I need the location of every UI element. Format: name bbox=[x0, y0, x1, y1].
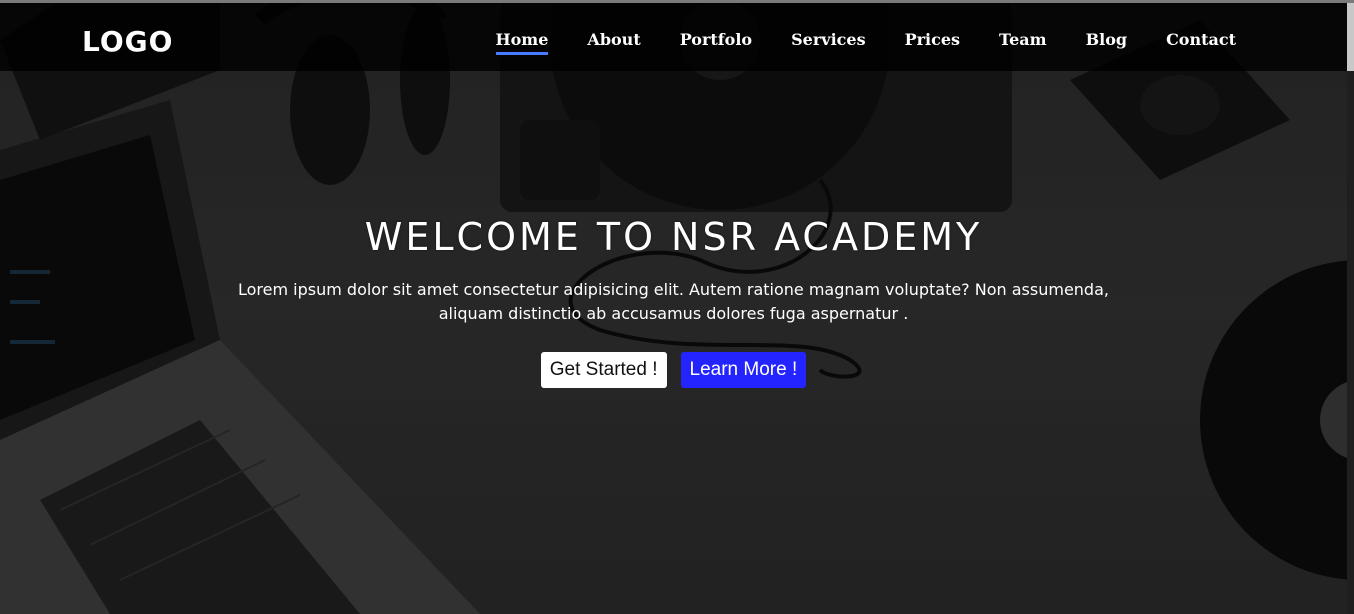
nav-item-portfolio[interactable]: Portfolo bbox=[680, 30, 752, 55]
hero-description: Lorem ipsum dolor sit amet consectetur a… bbox=[238, 280, 1109, 323]
hero-title: WELCOME TO NSR ACADEMY bbox=[364, 215, 983, 259]
nav-item-services[interactable]: Services bbox=[791, 30, 865, 55]
page: LOGO Home About Portfolo Services Prices… bbox=[0, 0, 1354, 614]
hero-buttons: Get Started ! Learn More ! bbox=[0, 352, 1347, 388]
navbar: LOGO Home About Portfolo Services Prices… bbox=[0, 3, 1347, 71]
nav-menu: Home About Portfolo Services Prices Team… bbox=[457, 30, 1236, 55]
scrollbar-thumb[interactable] bbox=[1347, 3, 1354, 71]
scrollbar-track[interactable] bbox=[1347, 71, 1354, 614]
nav-item-team[interactable]: Team bbox=[999, 30, 1047, 55]
nav-item-about[interactable]: About bbox=[587, 30, 640, 55]
hero-section: WELCOME TO NSR ACADEMY Lorem ipsum dolor… bbox=[0, 200, 1347, 388]
nav-item-contact[interactable]: Contact bbox=[1166, 30, 1236, 55]
nav-item-home[interactable]: Home bbox=[495, 30, 548, 55]
logo[interactable]: LOGO bbox=[82, 25, 173, 58]
nav-item-prices[interactable]: Prices bbox=[905, 30, 960, 55]
learn-more-button[interactable]: Learn More ! bbox=[680, 352, 807, 388]
get-started-button[interactable]: Get Started ! bbox=[540, 352, 667, 388]
nav-item-blog[interactable]: Blog bbox=[1086, 30, 1127, 55]
